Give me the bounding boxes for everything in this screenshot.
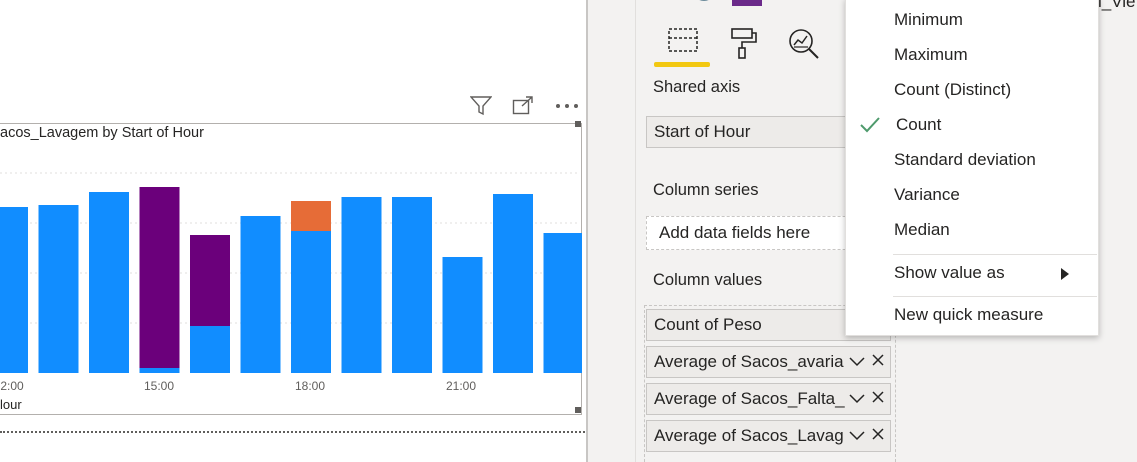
chart-bar[interactable]: [341, 197, 382, 373]
chart-bar[interactable]: [493, 194, 533, 373]
column-value-pill[interactable]: Average of Sacos_avaria: [646, 346, 891, 378]
column-value-label: Count of Peso: [654, 315, 762, 334]
chevron-down-icon[interactable]: [849, 384, 865, 414]
partial-header-text: l_Vie: [1098, 0, 1136, 11]
chart-bar[interactable]: [442, 257, 483, 373]
chart-bar[interactable]: [190, 326, 230, 373]
focus-mode-icon[interactable]: [510, 93, 536, 119]
chart-bar[interactable]: [392, 197, 432, 373]
menu-item-new-quick-measure[interactable]: New quick measure: [846, 297, 1098, 332]
column-series-placeholder: Add data fields here: [659, 223, 811, 242]
filter-icon[interactable]: [468, 93, 494, 119]
chart-bar[interactable]: [240, 216, 281, 373]
x-tick-label: 18:00: [295, 379, 325, 393]
menu-item-maximum[interactable]: Maximum: [846, 37, 1098, 72]
globe-icon[interactable]: [692, 0, 716, 6]
shared-axis-label: Shared axis: [653, 78, 741, 96]
chart-bar[interactable]: [190, 235, 230, 326]
x-axis-title: lour: [0, 397, 22, 412]
chevron-down-icon[interactable]: [849, 421, 865, 451]
chart-bar[interactable]: [38, 205, 79, 373]
report-canvas: acos_Lavagem by Start of Hour 2:00 15:00 1…: [0, 0, 587, 462]
menu-item-variance[interactable]: Variance: [846, 177, 1098, 212]
format-paint-roller-icon[interactable]: [728, 26, 760, 60]
remove-field-icon[interactable]: [871, 421, 885, 451]
column-value-pill[interactable]: Average of Sacos_Lavag: [646, 420, 891, 452]
viz-type-icon[interactable]: [654, 0, 668, 6]
menu-item-count-distinct[interactable]: Count (Distinct): [846, 72, 1098, 107]
x-tick-label: 15:00: [144, 379, 174, 393]
column-series-label: Column series: [653, 181, 759, 199]
column-value-pill[interactable]: Average of Sacos_Falta_: [646, 383, 891, 415]
fields-tab-icon[interactable]: [666, 26, 700, 60]
analytics-magnifier-icon[interactable]: [786, 26, 822, 60]
chart-bar[interactable]: [0, 207, 28, 373]
page-boundary-line: [0, 431, 585, 433]
remove-field-icon[interactable]: [871, 347, 885, 377]
column-value-label: Average of Sacos_avaria: [654, 352, 844, 371]
menu-item-minimum[interactable]: Minimum: [846, 2, 1098, 37]
chart-bar[interactable]: [89, 192, 129, 373]
power-apps-icon[interactable]: [732, 0, 762, 6]
visual-header: [466, 93, 586, 119]
chart-bar[interactable]: [291, 231, 331, 373]
active-tab-indicator: [654, 62, 710, 67]
more-options-icon[interactable]: [554, 93, 580, 119]
column-chart: 2:00 15:00 18:00 21:00 lour: [0, 172, 583, 412]
chart-bar[interactable]: [543, 233, 583, 373]
chart-title: acos_Lavagem by Start of Hour: [0, 125, 204, 141]
column-value-label: Average of Sacos_Falta_: [654, 389, 845, 408]
aggregation-context-menu: Minimum Maximum Count (Distinct) Count S…: [845, 0, 1099, 336]
x-tick-label: 21:00: [446, 379, 476, 393]
menu-item-count[interactable]: Count: [846, 107, 1098, 142]
x-tick-label: 2:00: [0, 379, 24, 393]
submenu-arrow-icon: [1060, 267, 1070, 280]
chart-bar[interactable]: [139, 368, 180, 373]
chart-bar[interactable]: [139, 187, 180, 368]
checkmark-icon: [859, 116, 881, 134]
column-values-label: Column values: [653, 271, 763, 289]
resize-handle-top-right[interactable]: [575, 121, 581, 127]
column-value-label: Average of Sacos_Lavag: [654, 426, 844, 445]
menu-item-median[interactable]: Median: [846, 212, 1098, 247]
shared-axis-field-label: Start of Hour: [654, 122, 751, 141]
remove-field-icon[interactable]: [871, 384, 885, 414]
menu-item-standard-deviation[interactable]: Standard deviation: [846, 142, 1098, 177]
chevron-down-icon[interactable]: [849, 347, 865, 377]
chart-bar[interactable]: [291, 201, 331, 231]
